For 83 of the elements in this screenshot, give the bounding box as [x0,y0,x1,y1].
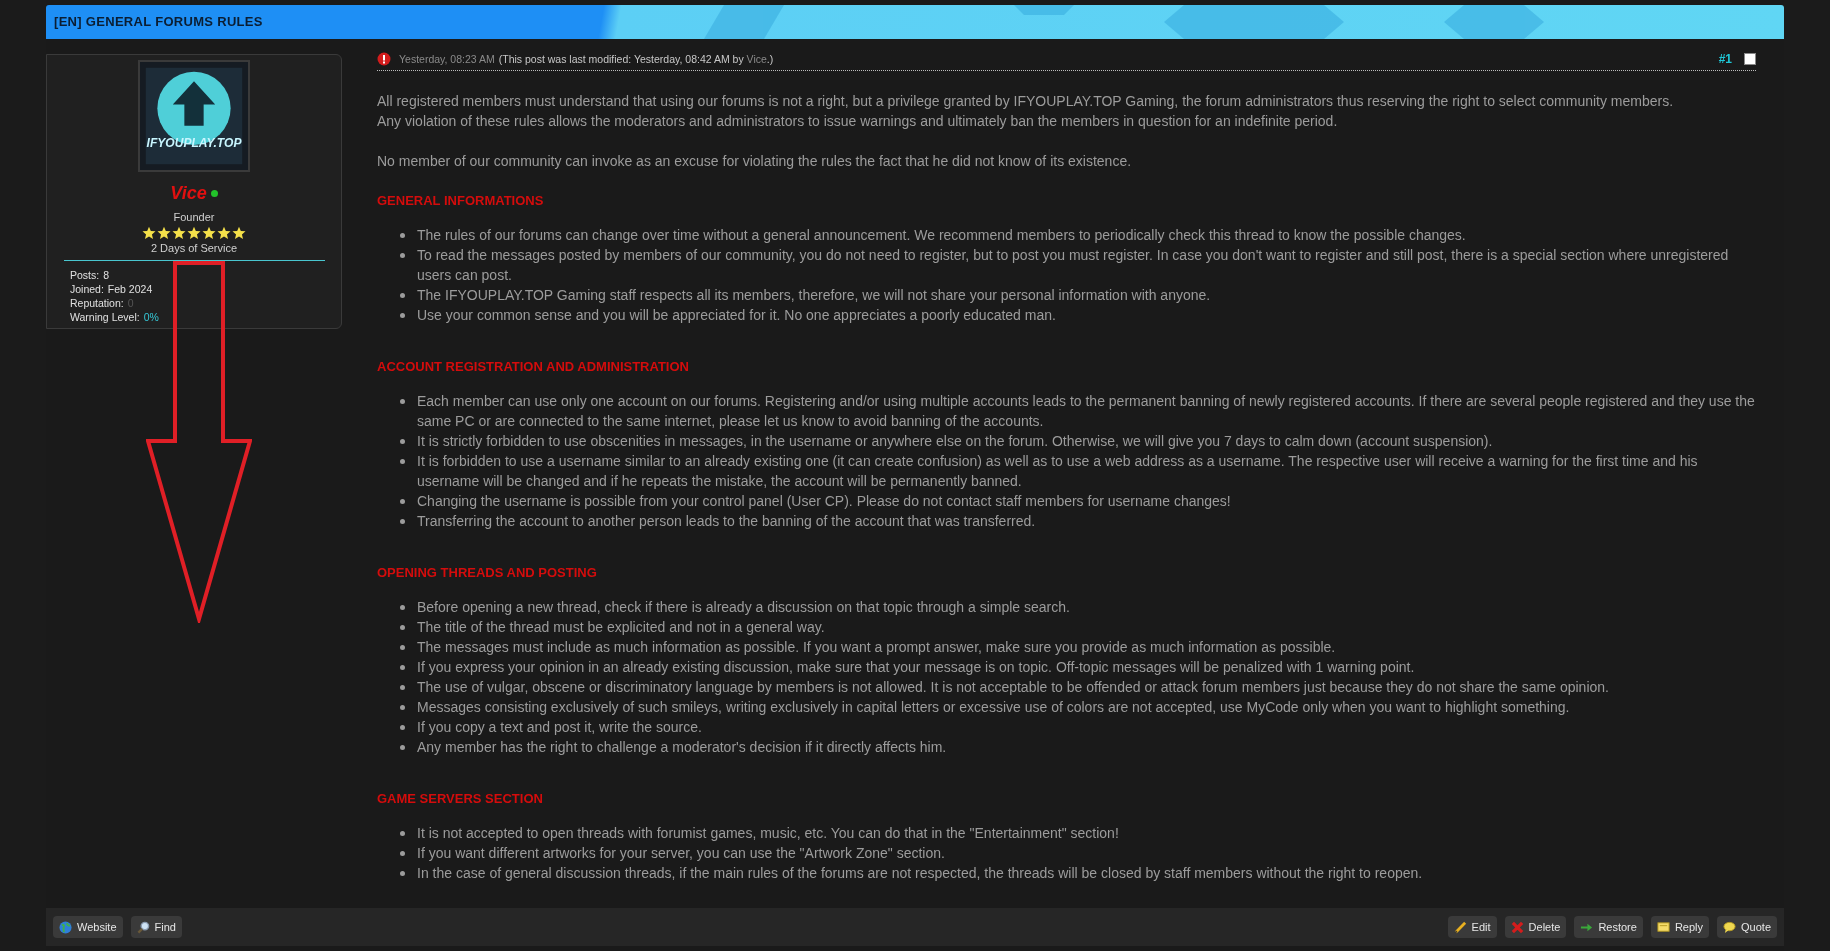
delete-button[interactable]: Delete [1504,916,1567,938]
bullet-icon [400,399,405,404]
service-duration: 2 Days of Service [150,240,238,256]
bullet-icon [400,745,405,750]
stat-label: Warning Level: [70,310,140,324]
star-icon [157,225,171,240]
rule-item: The IFYOUPLAY.TOP Gaming staff respects all its members, therefore, we will not share your personal information with anyone. [417,285,1756,305]
edit-note: (This post was last modified: Yesterday, 08:42 AM by Vice.) [498,51,774,67]
star-icon [172,225,186,240]
stat-value: 8 [103,268,110,282]
rule-item: Transferring the account to another person leads to the banning of the account that was transferred. [417,511,1756,531]
bullet-icon [400,851,405,856]
bullet-icon [400,831,405,836]
bullet-icon [400,685,405,690]
post-number[interactable]: #1 [1718,48,1732,69]
bullet-icon [400,439,405,444]
rule-item: If you express your opinion in an already existing discussion, make sure that your message is on topic. Off-topic messages will be penalized with 1 warning point. [417,657,1756,677]
select-checkbox[interactable] [1744,52,1756,65]
user-link[interactable]: Vice [746,52,767,65]
alert-icon [377,51,391,66]
rule-item: Changing the username is possible from your control panel (User CP). Please do not contact staff members for username changes! [417,491,1756,511]
bullet-icon [400,519,405,524]
note-icon [1656,920,1670,934]
bullet-icon [400,253,405,258]
close-icon [1510,920,1524,934]
star-icon [142,225,156,240]
section-heading: GAME SERVERS SECTION [377,790,544,808]
stat-label: Posts: [70,268,100,282]
rule-item: In the case of general discussion threads, if the main rules of the forums are not respected, the threads will be closed by staff members without the right to reopen. [417,863,1756,883]
rule-item: To read the messages posted by members of our community, you do not need to register, but to post you must register. In case you don't want to register and still post, there is a special section where unregistered users can post. [417,245,1756,285]
bullet-icon [400,665,405,670]
find-button[interactable]: Find [130,916,182,938]
search-icon [136,920,150,934]
avatar-logo: IFYOUPLAY.TOP [138,60,250,172]
bullet-icon [400,233,405,238]
star-icon [232,225,246,240]
rule-item: Each member can use only one account on our forums. Registering and/or using multiple accounts leads to the permanent banning of newly registered accounts. If there are several people registered and they use the same PC or are connected to the same internet, please let us know to avoid banning of the accounts. [417,391,1756,431]
rule-item: If you copy a text and post it, write the source. [417,717,1756,737]
edit-button[interactable]: Edit [1447,916,1497,938]
pencil-icon [1453,920,1467,934]
paragraph: No member of our community can invoke as an excuse for violating the rules the fact that he did not know of its existence. [377,152,1133,171]
stat-label: Reputation: [70,296,124,310]
rule-item: It is strictly forbidden to use obscenities in messages, in the username or anywhere else on the forum. Otherwise, we will give you 7 days to calm down (account suspension). [417,431,1756,451]
bullet-icon [400,293,405,298]
rule-item: The use of vulgar, obscene or discriminatory language by members is not allowed. It is not acceptable to be offended or attack forum members just because they do not share the same opinion. [417,677,1756,697]
user-rank: Founder [173,210,215,225]
bullet-icon [400,645,405,650]
reply-button[interactable]: Reply [1650,916,1710,938]
bullet-icon [400,313,405,318]
rule-item: The title of the thread must be explicited and not in a general way. [417,617,1756,637]
rule-item: It is not accepted to open threads with forumist games, music, etc. You can do that in the "Entertainment" section! [417,823,1756,843]
globe-button[interactable]: Website [53,916,123,938]
bullet-icon [400,459,405,464]
stat-value: 0% [143,310,159,324]
star-icon [217,225,231,240]
rule-item: Use your common sense and you will be appreciated for it. No one appreciates a poorly educated man. [417,305,1756,325]
rule-item: The rules of our forums can change over time without a general announcement. We recommend members to periodically check this thread to know the possible changes. [417,225,1756,245]
bullet-icon [400,725,405,730]
stat-value: Feb 2024 [107,282,153,296]
rule-item: The messages must include as much information as possible. If you want a prompt answer, make sure you provide as much information as possible. [417,637,1756,657]
bullet-icon [400,499,405,504]
speech-bubble-icon [1723,920,1737,934]
quote-button[interactable]: Quote [1717,916,1777,938]
rule-item: Messages consisting exclusively of such smileys, writing exclusively in capital letters or excessive use of colors are not accepted, use MyCode only when you want to highlight something. [417,697,1756,717]
star-icon [187,225,201,240]
bullet-icon [400,705,405,710]
section-heading: ACCOUNT REGISTRATION AND ADMINISTRATION [377,358,690,376]
stat-label: Joined: [70,282,104,296]
rule-item: Before opening a new thread, check if there is already a discussion on that topic through a simple search. [417,597,1756,617]
restore-button[interactable]: Restore [1574,916,1643,938]
globe-icon [59,920,72,934]
section-heading: GENERAL INFORMATIONS [377,192,545,210]
thread-title: [EN] GENERAL FORUMS RULES [54,13,263,32]
star-icon [202,225,216,240]
rule-item: If you want different artworks for your server, you can use the "Artwork Zone" section. [417,843,1756,863]
bullet-icon [400,871,405,876]
rule-item: Any member has the right to challenge a moderator's decision if it directly affects him. [417,737,1756,757]
bullet-icon [400,625,405,630]
rule-item: It is forbidden to use a username similar to an already existing one (it can create confusion) as well as to use a web address as a username. The respective user will receive a warning for the first time and his username will be changed and if he repeats the mistake, the account will be permanently banned. [417,451,1756,491]
section-heading: OPENING THREADS AND POSTING [377,564,598,582]
post-date: Yesterday, 08:23 AM [399,51,495,67]
bullet-icon [400,605,405,610]
paragraph: All registered members must understand that using our forums is not a right, but a privilege granted by IFYOUPLAY.TOP Gaming, the forum administrators thus reserving the right to select community members. Any violation of these rules allows the moderators and administrators to issue warnings and ultimately ban the members in question for an indefinite period. [377,92,1675,131]
